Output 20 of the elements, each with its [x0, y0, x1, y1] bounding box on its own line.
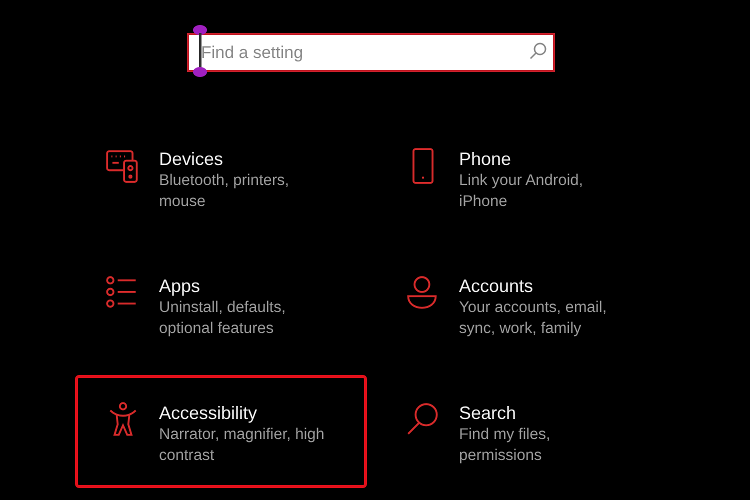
category-title: Accounts [459, 275, 534, 297]
category-title: Apps [159, 275, 202, 297]
settings-category[interactable]: Devices Bluetooth, printers, mouse [75, 121, 367, 234]
category-title: Phone [459, 148, 512, 170]
settings-category[interactable]: Search Find my files, permissions [375, 375, 667, 488]
category-description: Link your Android, iPhone [459, 171, 584, 212]
settings-category[interactable]: Accessibility Narrator, magnifier, high contrast [75, 375, 367, 488]
settings-category[interactable]: Accounts Your accounts, email, sync, work, family [375, 248, 667, 361]
category-description: Uninstall, defaults, optional features [159, 298, 287, 339]
search-field[interactable]: Find a setting [187, 33, 555, 72]
category-description: Narrator, magnifier, high contrast [159, 425, 326, 466]
category-description: Your accounts, email, sync, work, family [459, 298, 608, 339]
search-icon [529, 42, 547, 60]
settings-category[interactable]: Phone Link your Android, iPhone [375, 121, 667, 234]
category-description: Find my files, permissions [459, 425, 552, 466]
category-description: Bluetooth, printers, mouse [159, 171, 290, 212]
category-title: Accessibility [159, 402, 258, 424]
settings-category[interactable]: Apps Uninstall, defaults, optional features [75, 248, 367, 361]
category-title: Devices [159, 148, 224, 170]
category-title: Search [459, 402, 518, 424]
